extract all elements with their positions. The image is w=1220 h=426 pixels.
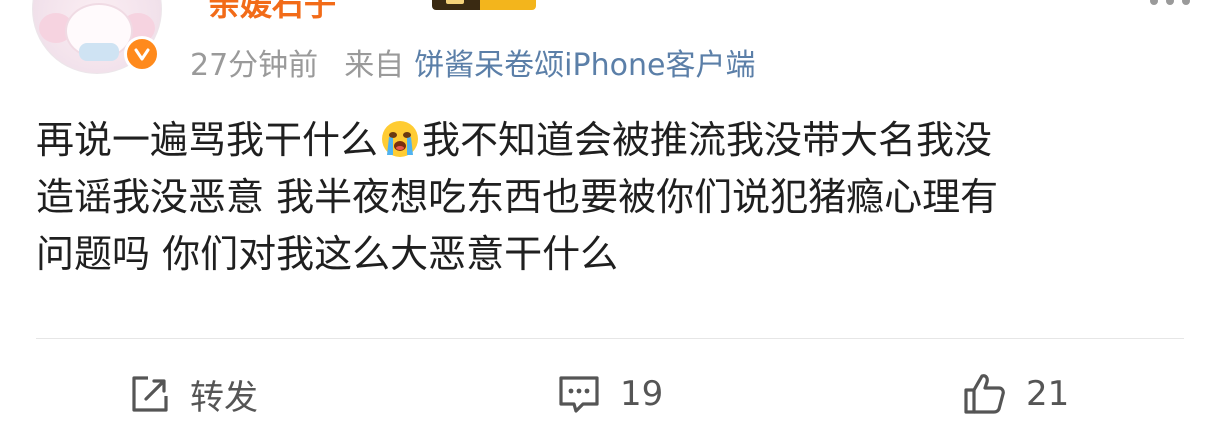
post-text-segment: 我不知道会被推流我没带大名我没 [422, 118, 993, 162]
post-body: 再说一遍骂我干什么 我不知道会被推流我没带大名我没 造谣我没恶意 我半夜想吃东西… [36, 112, 1196, 283]
post-meta: 27分钟前 来自 饼酱呆卷颂iPhone客户端 [190, 44, 755, 88]
post-line: 再说一遍骂我干什么 我不知道会被推流我没带大名我没 [36, 112, 1196, 169]
comment-count: 19 [620, 374, 664, 414]
comment-button[interactable]: 19 [556, 368, 663, 420]
repost-icon [132, 376, 168, 412]
verified-badge-icon [124, 36, 160, 72]
divider [36, 338, 1184, 339]
repost-label: 转发 [190, 377, 258, 418]
post-line: 造谣我没恶意 我半夜想吃东西也要被你们说犯猪瘾心理有 [36, 175, 999, 219]
like-icon [964, 374, 1005, 414]
member-level-icon[interactable] [432, 0, 536, 10]
post-line: 问题吗 你们对我这么大恶意干什么 [36, 232, 619, 276]
like-button[interactable]: 21 [960, 368, 1069, 420]
avatar-container[interactable] [32, 0, 162, 74]
more-icon[interactable] [1150, 0, 1190, 8]
like-count: 21 [1026, 374, 1070, 414]
repost-button[interactable]: 转发 [128, 368, 258, 420]
username[interactable]: 亲媛石子 [208, 0, 336, 24]
comment-icon [559, 376, 599, 413]
avatar-decoration [79, 43, 119, 61]
post-time: 27分钟前 [190, 48, 319, 83]
source-link[interactable]: 饼酱呆卷颂iPhone客户端 [414, 48, 755, 83]
source-prefix: 来自 [344, 48, 405, 83]
post-text-segment: 再说一遍骂我干什么 [36, 118, 379, 162]
crying-emoji-icon [382, 121, 419, 157]
